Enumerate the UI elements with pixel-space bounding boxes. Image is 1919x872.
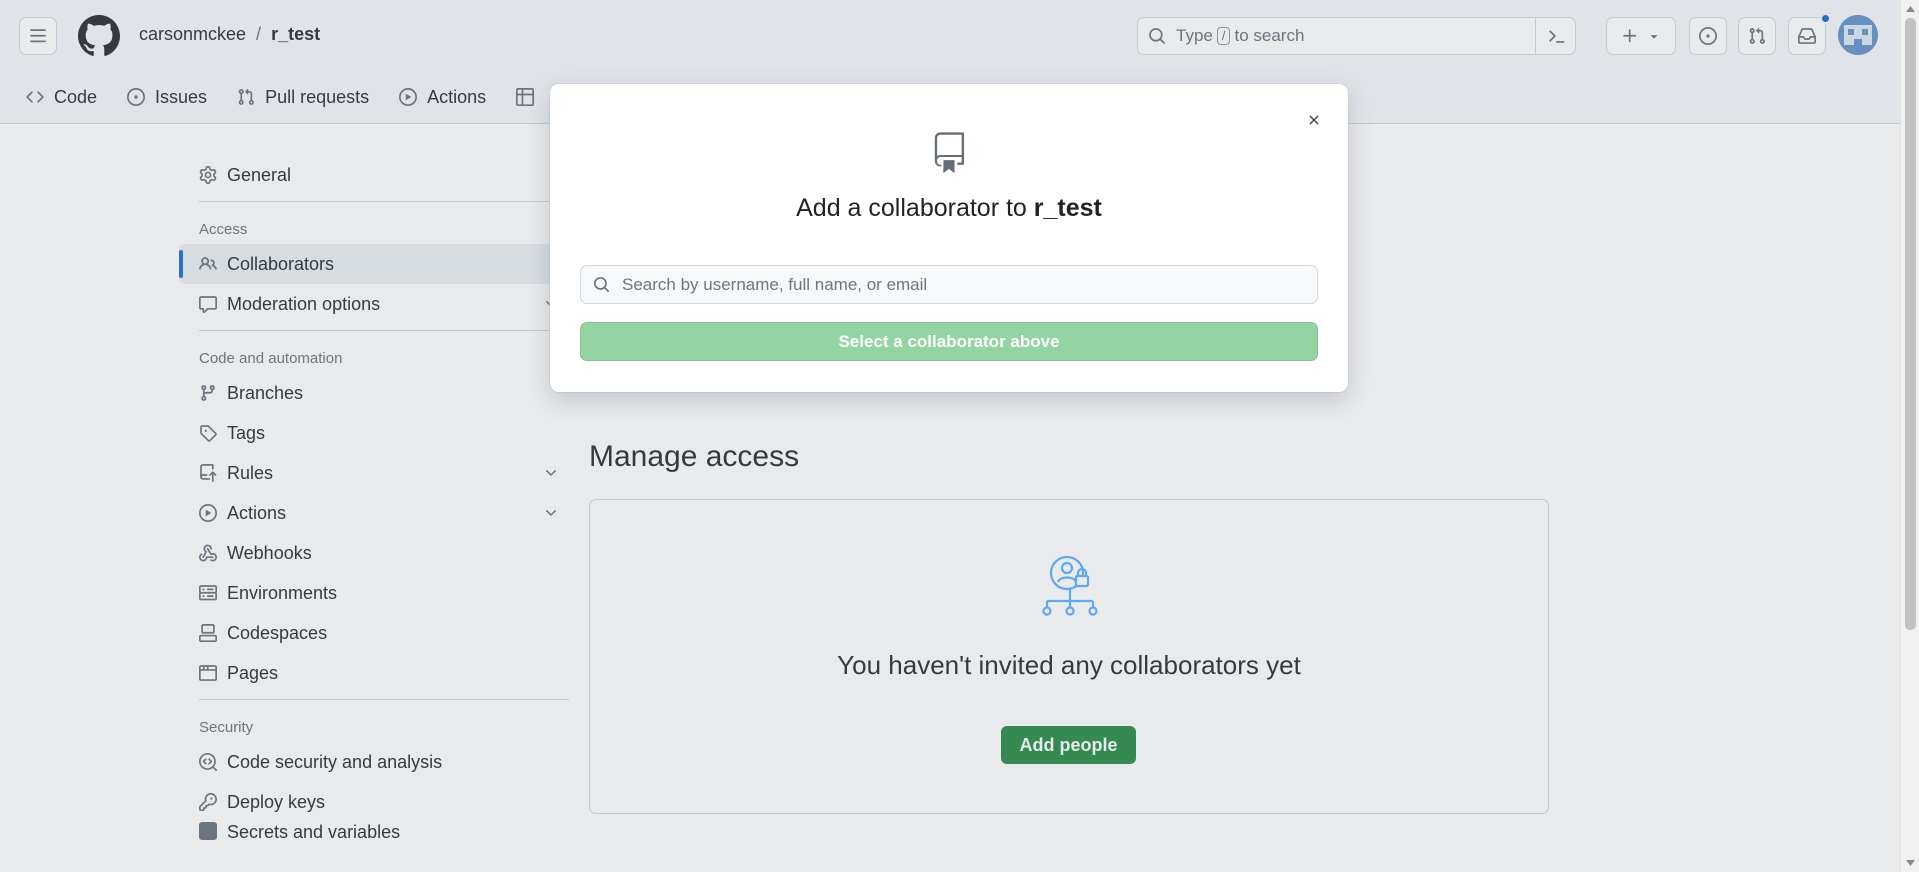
dialog-close-button[interactable]	[1298, 104, 1330, 136]
repo-icon	[930, 132, 968, 174]
dialog-title: Add a collaborator to r_test	[550, 194, 1348, 223]
dialog-title-repo: r_test	[1033, 194, 1102, 222]
scrollbar-thumb[interactable]	[1905, 18, 1916, 630]
dialog-title-text: Add a collaborator to	[796, 194, 1027, 222]
scroll-up-arrow-icon[interactable]	[1905, 3, 1916, 15]
add-collaborator-dialog: Add a collaborator to r_test Select a co…	[550, 84, 1348, 392]
search-icon	[594, 277, 609, 292]
collaborator-search-field[interactable]	[580, 265, 1318, 304]
page-scrollbar[interactable]	[1900, 0, 1919, 872]
collaborator-search-input[interactable]	[622, 274, 1302, 295]
scroll-down-arrow-icon[interactable]	[1905, 857, 1916, 869]
close-icon	[1309, 115, 1319, 125]
select-collaborator-button[interactable]: Select a collaborator above	[580, 322, 1318, 361]
